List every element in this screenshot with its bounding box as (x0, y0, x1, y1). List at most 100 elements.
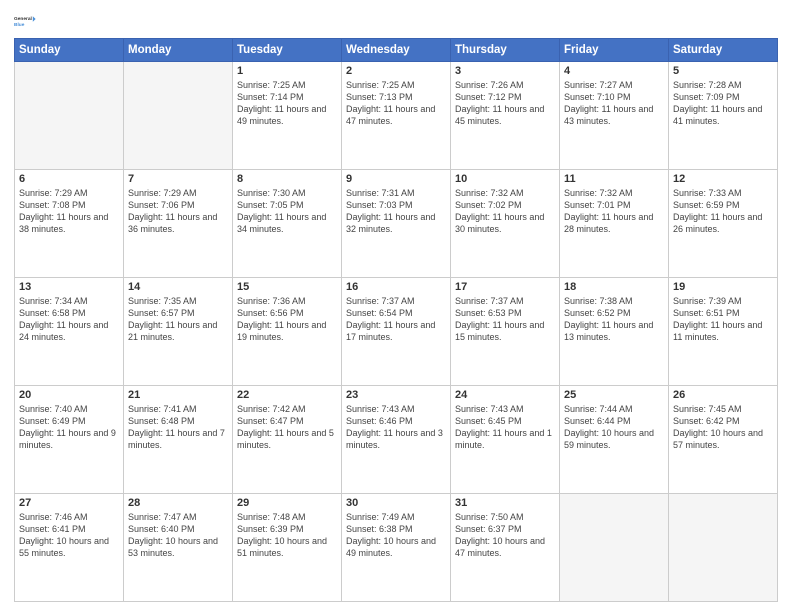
calendar-cell: 15 Sunrise: 7:36 AMSunset: 6:56 PMDayligh… (233, 278, 342, 386)
day-info: Sunrise: 7:47 AMSunset: 6:40 PMDaylight:… (128, 511, 228, 560)
day-info: Sunrise: 7:42 AMSunset: 6:47 PMDaylight:… (237, 403, 337, 452)
calendar-cell: 27 Sunrise: 7:46 AMSunset: 6:41 PMDayligh… (15, 494, 124, 602)
day-number: 9 (346, 173, 446, 185)
day-number: 12 (673, 173, 773, 185)
calendar-cell: 23 Sunrise: 7:43 AMSunset: 6:46 PMDayligh… (342, 386, 451, 494)
day-info: Sunrise: 7:49 AMSunset: 6:38 PMDaylight:… (346, 511, 446, 560)
calendar-cell: 8 Sunrise: 7:30 AMSunset: 7:05 PMDaylight… (233, 170, 342, 278)
day-number: 18 (564, 281, 664, 293)
day-info: Sunrise: 7:33 AMSunset: 6:59 PMDaylight:… (673, 187, 773, 236)
week-row-2: 6Sunrise: 7:29 AMSunset: 7:08 PMDaylight… (15, 170, 778, 278)
day-info: Sunrise: 7:39 AMSunset: 6:51 PMDaylight:… (673, 295, 773, 344)
calendar-cell: 24Sunrise: 7:43 AMSunset: 6:45 PMDayligh… (451, 386, 560, 494)
calendar-cell: 3 Sunrise: 7:26 AMSunset: 7:12 PMDaylight… (451, 62, 560, 170)
logo-icon: GeneralBlue (14, 10, 36, 32)
day-number: 21 (128, 389, 228, 401)
calendar-cell: 17Sunrise: 7:37 AMSunset: 6:53 PMDayligh… (451, 278, 560, 386)
day-number: 14 (128, 281, 228, 293)
calendar-cell: 26 Sunrise: 7:45 AMSunset: 6:42 PMDayligh… (669, 386, 778, 494)
day-info: Sunrise: 7:26 AMSunset: 7:12 PMDaylight:… (455, 79, 555, 128)
calendar-cell (560, 494, 669, 602)
calendar-cell: 28 Sunrise: 7:47 AMSunset: 6:40 PMDayligh… (124, 494, 233, 602)
day-number: 24 (455, 389, 555, 401)
day-info: Sunrise: 7:35 AMSunset: 6:57 PMDaylight:… (128, 295, 228, 344)
header: GeneralBlue (14, 10, 778, 32)
weekday-header-sunday: Sunday (15, 39, 124, 62)
day-number: 10 (455, 173, 555, 185)
page: GeneralBlue SundayMondayTuesdayWednesday… (0, 0, 792, 612)
weekday-header-saturday: Saturday (669, 39, 778, 62)
day-info: Sunrise: 7:45 AMSunset: 6:42 PMDaylight:… (673, 403, 773, 452)
day-info: Sunrise: 7:50 AMSunset: 6:37 PMDaylight:… (455, 511, 555, 560)
calendar-cell: 31 Sunrise: 7:50 AMSunset: 6:37 PMDayligh… (451, 494, 560, 602)
day-number: 3 (455, 65, 555, 77)
day-number: 26 (673, 389, 773, 401)
day-number: 25 (564, 389, 664, 401)
svg-text:General: General (14, 16, 32, 22)
svg-text:Blue: Blue (14, 22, 25, 28)
calendar-cell: 25 Sunrise: 7:44 AMSunset: 6:44 PMDayligh… (560, 386, 669, 494)
logo: GeneralBlue (14, 10, 36, 32)
day-info: Sunrise: 7:29 AMSunset: 7:06 PMDaylight:… (128, 187, 228, 236)
day-number: 7 (128, 173, 228, 185)
day-number: 19 (673, 281, 773, 293)
calendar-cell: 4Sunrise: 7:27 AMSunset: 7:10 PMDaylight… (560, 62, 669, 170)
calendar-cell: 14 Sunrise: 7:35 AMSunset: 6:57 PMDayligh… (124, 278, 233, 386)
calendar-cell: 30 Sunrise: 7:49 AMSunset: 6:38 PMDayligh… (342, 494, 451, 602)
day-info: Sunrise: 7:30 AMSunset: 7:05 PMDaylight:… (237, 187, 337, 236)
calendar-cell: 13 Sunrise: 7:34 AMSunset: 6:58 PMDayligh… (15, 278, 124, 386)
weekday-header-tuesday: Tuesday (233, 39, 342, 62)
day-number: 1 (237, 65, 337, 77)
calendar-cell: 2Sunrise: 7:25 AMSunset: 7:13 PMDaylight… (342, 62, 451, 170)
week-row-1: 1Sunrise: 7:25 AMSunset: 7:14 PMDaylight… (15, 62, 778, 170)
calendar-cell: 20 Sunrise: 7:40 AMSunset: 6:49 PMDayligh… (15, 386, 124, 494)
day-number: 15 (237, 281, 337, 293)
calendar-cell: 16 Sunrise: 7:37 AMSunset: 6:54 PMDayligh… (342, 278, 451, 386)
calendar-cell: 7 Sunrise: 7:29 AMSunset: 7:06 PMDaylight… (124, 170, 233, 278)
calendar-cell: 1Sunrise: 7:25 AMSunset: 7:14 PMDaylight… (233, 62, 342, 170)
day-info: Sunrise: 7:37 AMSunset: 6:54 PMDaylight:… (346, 295, 446, 344)
calendar-cell: 5Sunrise: 7:28 AMSunset: 7:09 PMDaylight… (669, 62, 778, 170)
calendar-cell: 6Sunrise: 7:29 AMSunset: 7:08 PMDaylight… (15, 170, 124, 278)
day-number: 16 (346, 281, 446, 293)
day-info: Sunrise: 7:36 AMSunset: 6:56 PMDaylight:… (237, 295, 337, 344)
day-number: 29 (237, 497, 337, 509)
week-row-4: 20 Sunrise: 7:40 AMSunset: 6:49 PMDayligh… (15, 386, 778, 494)
day-info: Sunrise: 7:31 AMSunset: 7:03 PMDaylight:… (346, 187, 446, 236)
day-number: 22 (237, 389, 337, 401)
day-info: Sunrise: 7:32 AMSunset: 7:02 PMDaylight:… (455, 187, 555, 236)
day-info: Sunrise: 7:43 AMSunset: 6:46 PMDaylight:… (346, 403, 446, 452)
day-info: Sunrise: 7:34 AMSunset: 6:58 PMDaylight:… (19, 295, 119, 344)
day-info: Sunrise: 7:41 AMSunset: 6:48 PMDaylight:… (128, 403, 228, 452)
calendar-cell: 12 Sunrise: 7:33 AMSunset: 6:59 PMDayligh… (669, 170, 778, 278)
day-info: Sunrise: 7:38 AMSunset: 6:52 PMDaylight:… (564, 295, 664, 344)
week-row-5: 27 Sunrise: 7:46 AMSunset: 6:41 PMDayligh… (15, 494, 778, 602)
calendar-cell: 22 Sunrise: 7:42 AMSunset: 6:47 PMDayligh… (233, 386, 342, 494)
day-number: 28 (128, 497, 228, 509)
day-info: Sunrise: 7:46 AMSunset: 6:41 PMDaylight:… (19, 511, 119, 560)
day-number: 20 (19, 389, 119, 401)
calendar-cell: 18 Sunrise: 7:38 AMSunset: 6:52 PMDayligh… (560, 278, 669, 386)
day-number: 5 (673, 65, 773, 77)
day-info: Sunrise: 7:44 AMSunset: 6:44 PMDaylight:… (564, 403, 664, 452)
calendar-table: SundayMondayTuesdayWednesdayThursdayFrid… (14, 38, 778, 602)
day-number: 30 (346, 497, 446, 509)
day-info: Sunrise: 7:27 AMSunset: 7:10 PMDaylight:… (564, 79, 664, 128)
day-number: 17 (455, 281, 555, 293)
day-number: 6 (19, 173, 119, 185)
day-number: 23 (346, 389, 446, 401)
day-info: Sunrise: 7:40 AMSunset: 6:49 PMDaylight:… (19, 403, 119, 452)
calendar-cell: 10 Sunrise: 7:32 AMSunset: 7:02 PMDayligh… (451, 170, 560, 278)
calendar-cell: 29Sunrise: 7:48 AMSunset: 6:39 PMDayligh… (233, 494, 342, 602)
day-number: 27 (19, 497, 119, 509)
day-number: 13 (19, 281, 119, 293)
weekday-header-wednesday: Wednesday (342, 39, 451, 62)
calendar-cell: 19 Sunrise: 7:39 AMSunset: 6:51 PMDayligh… (669, 278, 778, 386)
day-number: 31 (455, 497, 555, 509)
calendar-cell: 21 Sunrise: 7:41 AMSunset: 6:48 PMDayligh… (124, 386, 233, 494)
day-number: 11 (564, 173, 664, 185)
day-number: 8 (237, 173, 337, 185)
calendar-cell (124, 62, 233, 170)
weekday-header-friday: Friday (560, 39, 669, 62)
weekday-header-thursday: Thursday (451, 39, 560, 62)
